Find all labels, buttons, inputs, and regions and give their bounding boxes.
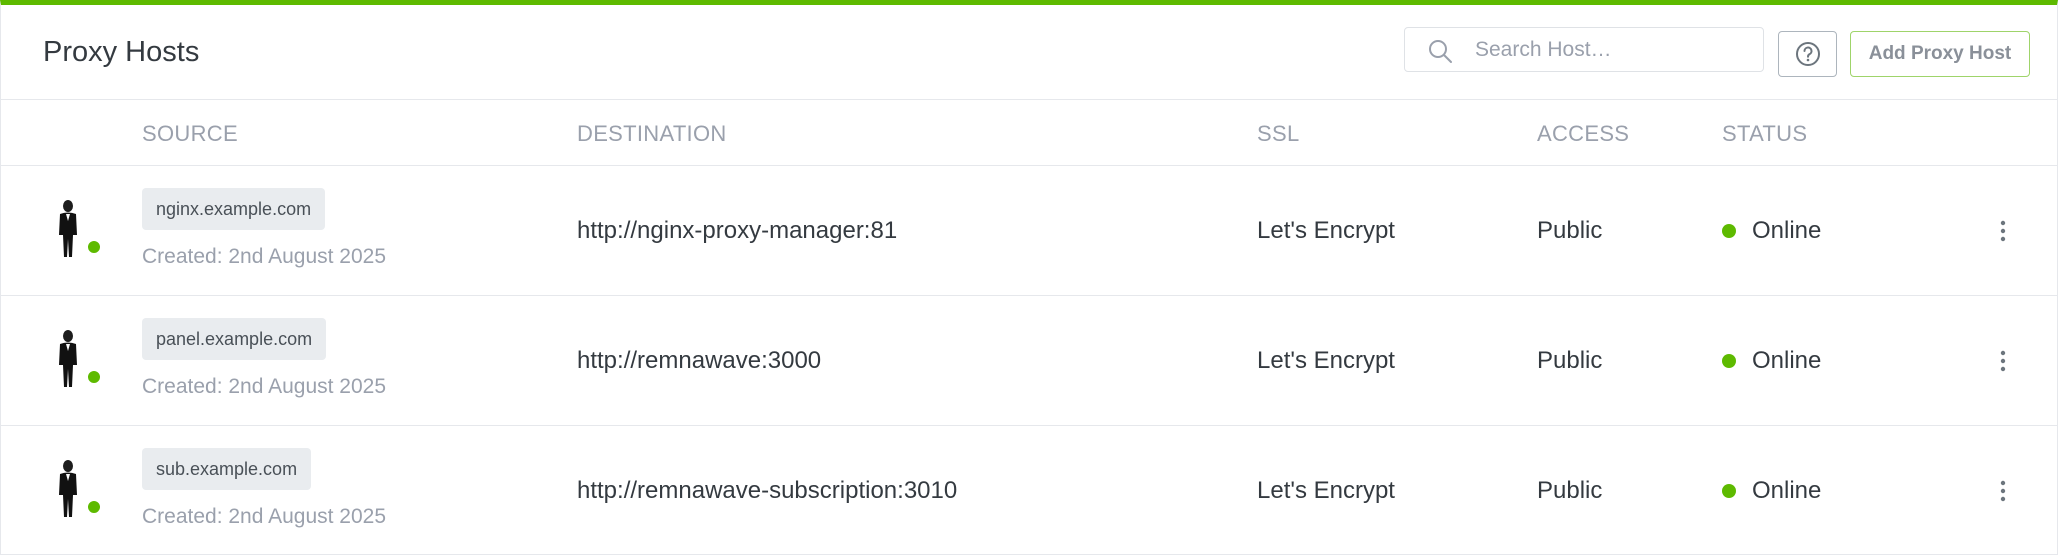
- domain-badge[interactable]: sub.example.com: [142, 448, 312, 490]
- status-cell: Online: [1752, 477, 1822, 504]
- column-header-source: SOURCE: [142, 121, 238, 146]
- created-date: Created: 2nd August 2025: [142, 375, 387, 398]
- ssl-cell: Let's Encrypt: [1257, 217, 1395, 244]
- row-actions-button[interactable]: [1991, 346, 2015, 376]
- access-cell: Public: [1537, 347, 1603, 374]
- status-cell: Online: [1752, 217, 1822, 244]
- avatar-status-dot: [86, 499, 102, 515]
- table-row: panel.example.com Created: 2nd August 20…: [1, 296, 2057, 426]
- table-row: sub.example.com Created: 2nd August 2025…: [1, 426, 2057, 556]
- add-proxy-host-button[interactable]: Add Proxy Host: [1850, 31, 2030, 77]
- search-box[interactable]: [1404, 27, 1764, 72]
- column-header-ssl: SSL: [1257, 121, 1300, 146]
- row-actions-button[interactable]: [1991, 476, 2015, 506]
- destination-cell: http://nginx-proxy-manager:81: [577, 217, 898, 244]
- more-vertical-icon: [2000, 220, 2006, 242]
- created-date: Created: 2nd August 2025: [142, 505, 387, 528]
- avatar-status-dot: [86, 369, 102, 385]
- column-header-access: ACCESS: [1537, 121, 1630, 146]
- help-button[interactable]: [1778, 31, 1837, 77]
- search-input[interactable]: [1475, 28, 1755, 71]
- column-header-status: STATUS: [1722, 121, 1808, 146]
- destination-cell: http://remnawave:3000: [577, 347, 822, 374]
- status-online-dot: [1722, 224, 1736, 238]
- user-avatar-icon: [59, 330, 77, 387]
- column-header-destination: DESTINATION: [577, 121, 727, 146]
- more-vertical-icon: [2000, 480, 2006, 502]
- proxy-hosts-card: Proxy Hosts Add Proxy Host SOURCE DESTIN…: [0, 0, 2058, 555]
- created-date: Created: 2nd August 2025: [142, 245, 387, 268]
- access-cell: Public: [1537, 217, 1603, 244]
- destination-cell: http://remnawave-subscription:3010: [577, 477, 958, 504]
- table-header: SOURCE DESTINATION SSL ACCESS STATUS: [1, 100, 2057, 166]
- avatar-status-dot: [86, 239, 102, 255]
- status-cell: Online: [1752, 347, 1822, 374]
- domain-badge[interactable]: nginx.example.com: [142, 188, 326, 230]
- avatar: [53, 199, 105, 261]
- help-circle-icon: [1795, 42, 1820, 66]
- row-actions-button[interactable]: [1991, 216, 2015, 246]
- ssl-cell: Let's Encrypt: [1257, 477, 1395, 504]
- avatar: [53, 459, 105, 521]
- page-title: Proxy Hosts: [43, 36, 200, 68]
- user-avatar-icon: [59, 460, 77, 517]
- more-vertical-icon: [2000, 350, 2006, 372]
- search-icon: [1429, 40, 1452, 63]
- ssl-cell: Let's Encrypt: [1257, 347, 1395, 374]
- status-online-dot: [1722, 354, 1736, 368]
- status-online-dot: [1722, 484, 1736, 498]
- card-header: Proxy Hosts Add Proxy Host: [1, 5, 2057, 100]
- table-row: nginx.example.com Created: 2nd August 20…: [1, 166, 2057, 296]
- user-avatar-icon: [59, 200, 77, 257]
- access-cell: Public: [1537, 477, 1603, 504]
- domain-badge[interactable]: panel.example.com: [142, 318, 327, 360]
- avatar: [53, 329, 105, 391]
